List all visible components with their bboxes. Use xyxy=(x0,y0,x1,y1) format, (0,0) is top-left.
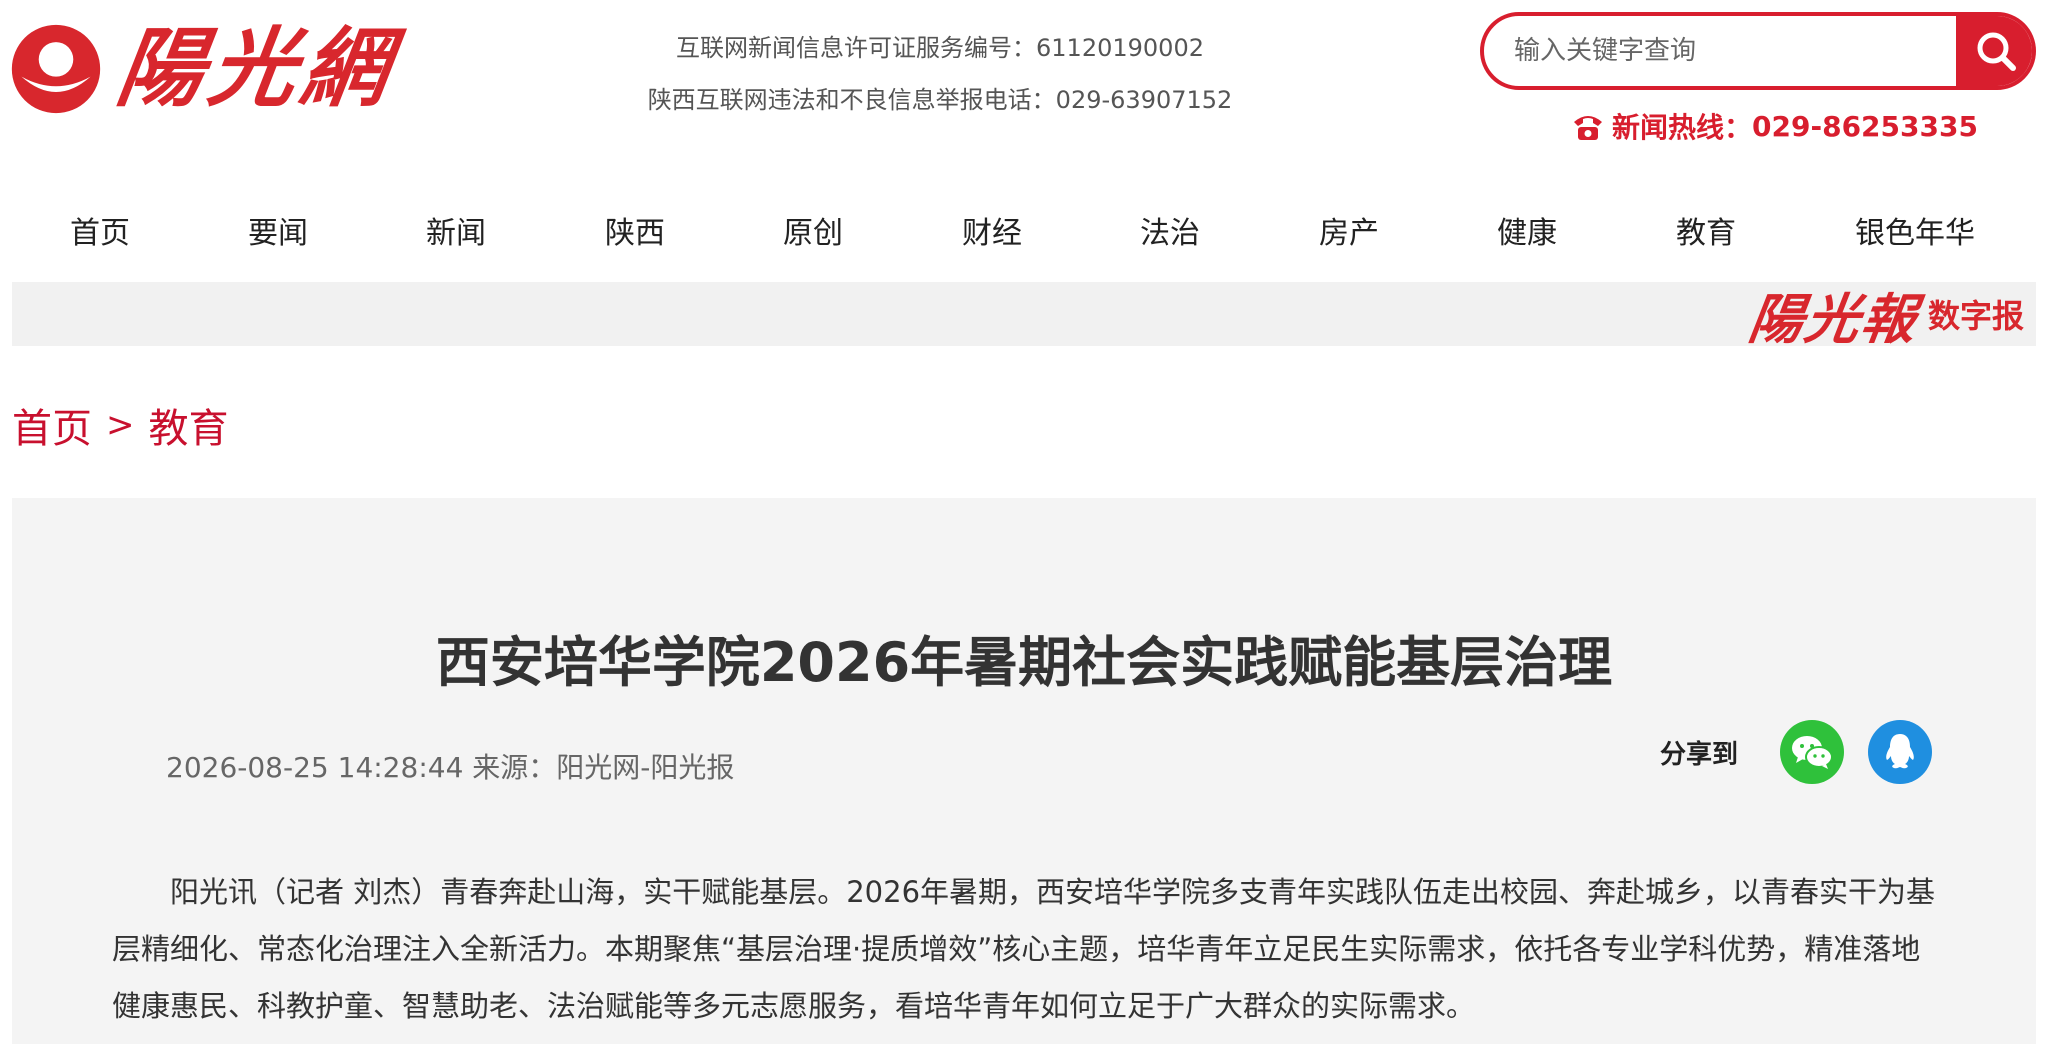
digital-newspaper-label: 数字报 xyxy=(1927,297,2024,335)
share-qq-button[interactable] xyxy=(1868,720,1933,784)
share-bar: 分享到 xyxy=(1660,720,1933,784)
hotline-label: 新闻热线： xyxy=(1612,111,1753,144)
hotline-number: 029-86253335 xyxy=(1752,109,1978,143)
nav-item-education[interactable]: 教育 xyxy=(1676,208,1736,260)
nav-item-realestate[interactable]: 房产 xyxy=(1319,208,1379,260)
phone-icon xyxy=(1574,116,1602,140)
nav-item-headlines[interactable]: 要闻 xyxy=(248,208,308,260)
nav-item-original[interactable]: 原创 xyxy=(783,208,843,260)
search-box xyxy=(1480,12,2036,90)
article-body: 阳光讯（记者 刘杰）青春奔赴山海，实干赋能基层。2026年暑期，西安培华学院多支… xyxy=(112,875,1936,1023)
article-panel: 西安培华学院2026年暑期社会实践赋能基层治理 2026-08-25 14:28… xyxy=(12,498,2036,1044)
breadcrumb-current[interactable]: 教育 xyxy=(149,396,229,454)
qq-penguin-icon xyxy=(1886,734,1914,769)
main-nav: 首页 要闻 新闻 陕西 原创 财经 法治 房产 健康 教育 银色年华 xyxy=(0,208,2048,272)
nav-item-law[interactable]: 法治 xyxy=(1140,208,1200,260)
page: 陽光網 互联网新闻信息许可证服务编号：61120190002 陕西互联网违法和不… xyxy=(0,0,2048,1044)
nav-item-finance[interactable]: 财经 xyxy=(962,208,1022,260)
breadcrumb-separator: > xyxy=(106,405,135,445)
nav-item-health[interactable]: 健康 xyxy=(1497,208,1557,260)
report-phone: 陕西互联网违法和不良信息举报电话：029-63907152 xyxy=(647,86,1233,114)
nav-item-home[interactable]: 首页 xyxy=(70,208,130,260)
site-logo[interactable]: 陽光網 xyxy=(8,14,408,124)
newspaper-brand: 陽光報 xyxy=(1744,286,1922,351)
nav-item-silver-years[interactable]: 银色年华 xyxy=(1855,208,1975,260)
news-hotline: 新闻热线： 029-86253335 xyxy=(1570,106,1978,146)
search-input[interactable] xyxy=(1484,16,1956,86)
article-meta: 2026-08-25 14:28:44 来源：阳光网-阳光报 xyxy=(166,751,735,784)
digital-newspaper-link[interactable]: 陽光報 数字报 xyxy=(1745,282,2024,351)
search-button[interactable] xyxy=(1956,16,2032,86)
digital-newspaper-bar: 陽光報 数字报 xyxy=(12,282,2036,351)
nav-item-news[interactable]: 新闻 xyxy=(426,208,486,260)
breadcrumb: 首页 > 教育 xyxy=(12,396,229,454)
search-icon xyxy=(1977,32,2016,71)
breadcrumb-home[interactable]: 首页 xyxy=(12,396,92,454)
sun-logo-icon xyxy=(11,24,101,114)
license-number: 互联网新闻信息许可证服务编号：61120190002 xyxy=(676,34,1204,62)
share-label: 分享到 xyxy=(1660,739,1739,770)
nav-item-shaanxi[interactable]: 陕西 xyxy=(605,208,665,260)
license-info: 互联网新闻信息许可证服务编号：61120190002 陕西互联网违法和不良信息举… xyxy=(640,30,1240,134)
wechat-icon xyxy=(1792,736,1834,769)
article-title: 西安培华学院2026年暑期社会实践赋能基层治理 xyxy=(435,631,1613,694)
share-wechat-button[interactable] xyxy=(1780,720,1845,784)
logo-text: 陽光網 xyxy=(110,18,402,119)
